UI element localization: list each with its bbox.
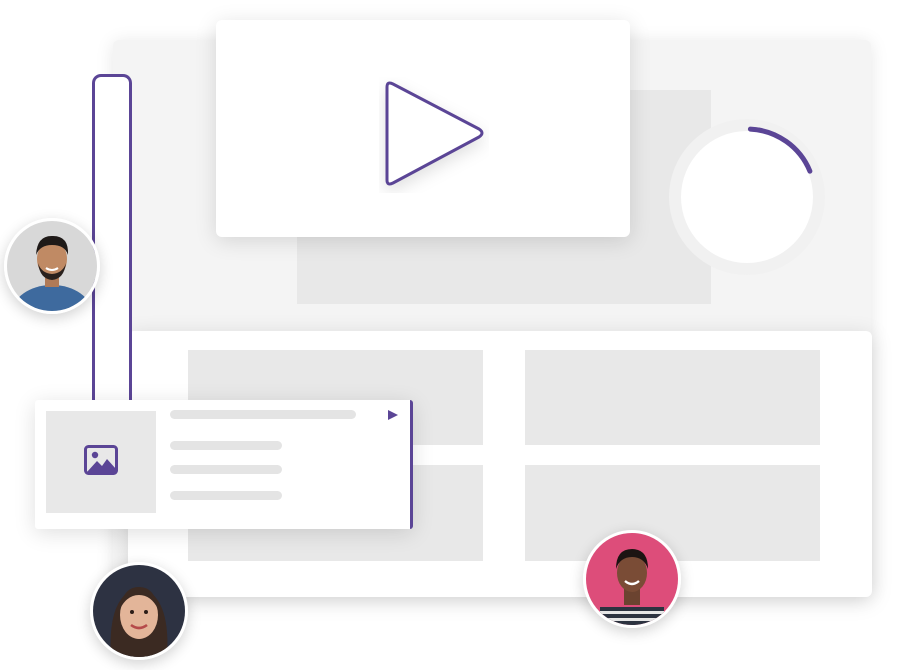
progress-ring — [664, 114, 830, 280]
thumbnail — [46, 411, 156, 513]
person-avatar-icon — [7, 221, 97, 311]
text-line-4 — [170, 491, 282, 500]
video-card[interactable] — [216, 20, 630, 237]
image-icon — [84, 445, 118, 480]
person-avatar-icon — [93, 565, 185, 657]
person-avatar-icon — [586, 533, 678, 625]
media-card[interactable] — [35, 400, 413, 529]
avatar-woman-left[interactable] — [90, 562, 188, 660]
avatar-man[interactable] — [4, 218, 100, 314]
avatar-woman-right[interactable] — [583, 530, 681, 628]
text-line-2 — [170, 441, 282, 450]
play-icon[interactable] — [379, 77, 489, 198]
grid-block-2 — [525, 350, 820, 445]
text-line-3 — [170, 465, 282, 474]
text-line-1 — [170, 410, 356, 419]
vertical-scrollbar[interactable] — [92, 74, 132, 404]
grid-block-4 — [525, 465, 820, 561]
small-play-icon[interactable] — [387, 408, 399, 426]
